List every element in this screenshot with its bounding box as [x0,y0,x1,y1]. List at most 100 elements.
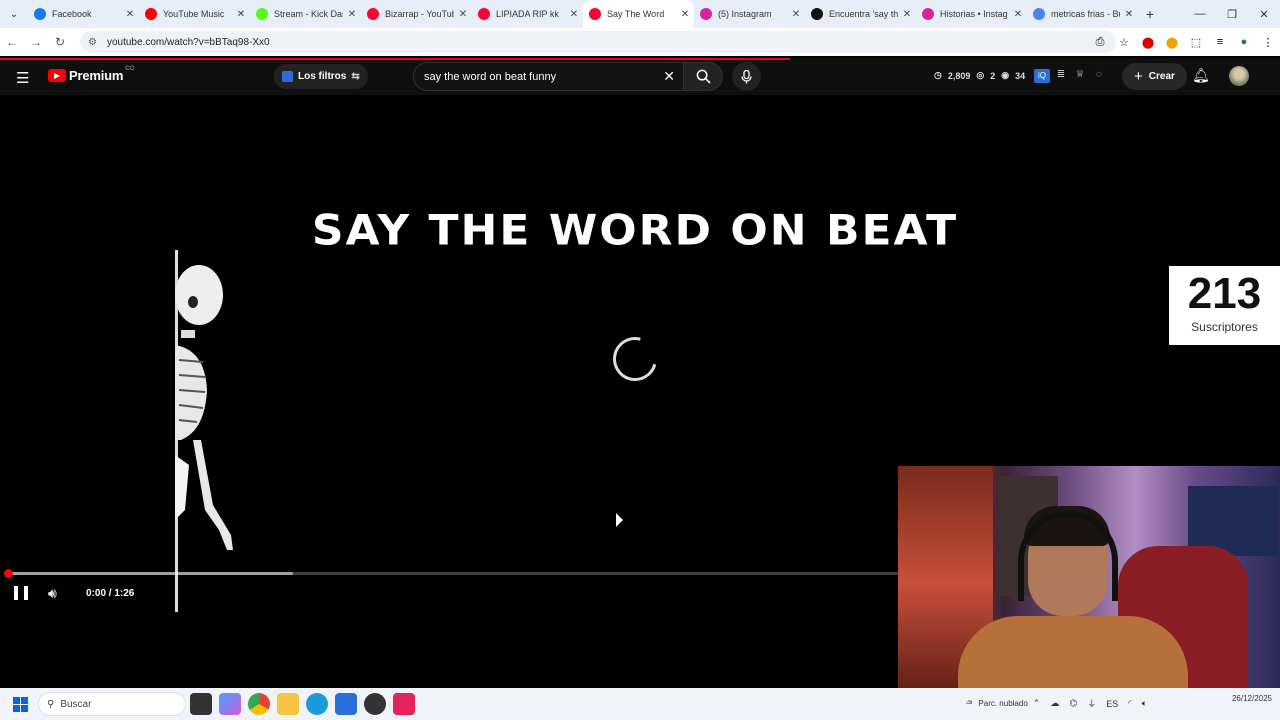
minimize-icon[interactable]: — [1184,0,1216,28]
browser-tab[interactable]: metricas frias - Bu ✕ [1027,0,1138,28]
stat-b-icon: ◉ [1001,70,1010,80]
tab-close-icon[interactable]: ✕ [676,9,694,20]
url-field[interactable]: ⚙ youtube.com/watch?v=bBTaq98-Xx0 [80,31,1116,53]
forward-icon[interactable]: → [24,35,48,49]
weather-icon[interactable]: ⛅︎ [966,699,972,709]
list-icon[interactable]: ≣ [1053,69,1069,83]
network-icon[interactable]: ⌬ [1069,698,1077,709]
vidiq-icon[interactable]: iQ [1034,69,1050,83]
browser-tab[interactable]: Encuentra 'say th ✕ [805,0,916,28]
browser-tab[interactable]: Stream - Kick Das ✕ [250,0,361,28]
usb-icon[interactable]: ⏚ [1087,697,1096,710]
browser-tab[interactable]: Bizarrap - YouTub ✕ [361,0,472,28]
buffer-bar [8,572,293,575]
tab-close-icon[interactable]: ✕ [565,9,583,20]
pause-button[interactable] [14,586,28,600]
skeleton-figure [175,250,233,612]
back-icon[interactable]: ← [0,35,24,49]
chrome-icon[interactable] [248,693,270,715]
notifications-bell-icon[interactable]: 🔔︎ [1192,67,1210,84]
obs-icon[interactable] [364,693,386,715]
trophy-icon[interactable]: ♕ [1072,69,1088,83]
search-button[interactable] [683,62,723,91]
edge-icon[interactable] [306,693,328,715]
speaker-icon[interactable]: 🔈︎ [1142,698,1147,709]
store-icon[interactable] [335,693,357,715]
logo-region: CO [125,65,135,72]
reload-icon[interactable]: ↻ [48,35,72,49]
time-display: 0:00 / 1:26 [86,588,135,599]
tab-close-icon[interactable]: ✕ [787,9,805,20]
window-controls: — ❐ ✕ [1184,0,1280,28]
extension-stats: ◷ 2,809 ◎ 2 ◉ 34 [934,70,1031,81]
close-window-icon[interactable]: ✕ [1248,0,1280,28]
tiktok-icon[interactable] [393,693,415,715]
voice-search-button[interactable] [732,62,761,91]
stat-a-icon: ◎ [976,70,985,80]
tab-favicon-icon [1033,8,1045,20]
tab-search-icon[interactable]: ⌄ [0,0,28,28]
scrubber-handle[interactable] [4,569,13,578]
mouse-cursor [616,513,623,527]
site-info-icon[interactable]: ⚙ [88,37,97,48]
progress-bar[interactable] [4,569,898,578]
volume-icon[interactable]: 🔊︎ [48,585,57,602]
browser-tab[interactable]: Facebook ✕ [28,0,139,28]
tab-favicon-icon [256,8,268,20]
taskbar-apps [190,693,422,715]
filters-label: Los filtros [298,71,347,82]
hamburger-menu-icon[interactable]: ☰ [16,69,29,87]
filters-button[interactable]: Los filtros ⇆ [274,64,368,89]
tab-close-icon[interactable]: ✕ [343,9,361,20]
taskview-icon[interactable] [190,693,212,715]
stat-a-count: 2 [990,70,996,81]
tab-close-icon[interactable]: ✕ [898,9,916,20]
create-button[interactable]: + Crear [1122,63,1187,90]
tab-close-icon[interactable]: ✕ [1009,9,1027,20]
copilot-icon[interactable] [219,693,241,715]
tab-close-icon[interactable]: ✕ [121,9,139,20]
browser-tab[interactable]: LIPIADA RIP kk ✕ [472,0,583,28]
adblock-icon[interactable]: ⬤ [1136,36,1160,49]
profile-icon[interactable]: ● [1232,36,1256,48]
tab-favicon-icon [589,8,601,20]
tab-label: metricas frias - Bu [1051,9,1120,19]
maximize-icon[interactable]: ❐ [1216,0,1248,28]
new-tab-icon[interactable]: + [1138,6,1162,22]
browser-tab[interactable]: Say The Word ✕ [583,0,694,28]
browser-tab[interactable]: YouTube Music ✕ [139,0,250,28]
taskbar-search[interactable]: ⚲ Buscar [38,692,186,716]
extensions-icon[interactable]: ⬚ [1184,36,1208,49]
windows-start-icon[interactable] [13,697,28,712]
onedrive-icon[interactable]: ☁ [1050,698,1059,709]
headset [1018,511,1118,601]
bookmark-star-icon[interactable]: ☆ [1112,36,1136,49]
user-avatar[interactable] [1229,66,1249,86]
tab-close-icon[interactable]: ✕ [1120,9,1138,20]
tab-close-icon[interactable]: ✕ [454,9,472,20]
youtube-premium-logo[interactable]: Premium CO [48,65,135,83]
tab-label: Bizarrap - YouTub [385,9,454,19]
browser-menu-icon[interactable]: ⋮ [1256,36,1280,49]
media-icon[interactable]: ≡ [1208,36,1232,48]
browser-tab[interactable]: Historias • Instag ✕ [916,0,1027,28]
language-indicator[interactable]: ES [1106,699,1118,709]
extension-color-icon[interactable]: ⬤ [1160,36,1184,49]
clear-search-icon[interactable]: ✕ [663,68,675,85]
browser-tab[interactable]: (5) Instagram ✕ [694,0,805,28]
install-icon[interactable]: ⎙ [1088,36,1112,49]
clock[interactable]: 26/12/2025 [1232,694,1272,704]
filter-extension-icon [282,71,293,82]
browser-actions: ⎙ ☆ ⬤ ⬤ ⬚ ≡ ● ⋮ [1088,28,1280,56]
url-text: youtube.com/watch?v=bBTaq98-Xx0 [106,36,270,48]
tab-close-icon[interactable]: ✕ [232,9,250,20]
wifi-icon[interactable]: ◜ [1128,698,1132,709]
search-input[interactable] [424,70,654,83]
search-icon [696,69,711,84]
tab-label: Encuentra 'say th [829,9,898,19]
sliders-icon: ⇆ [351,71,360,82]
tray-chevron-icon[interactable]: ⌃ [1033,698,1041,709]
youtube-header: ☰ Premium CO Los filtros ⇆ ✕ ◷ 2,809 ◎ 2… [0,58,1280,95]
file-explorer-icon[interactable] [277,693,299,715]
chat-icon[interactable]: ◌ [1091,69,1107,83]
